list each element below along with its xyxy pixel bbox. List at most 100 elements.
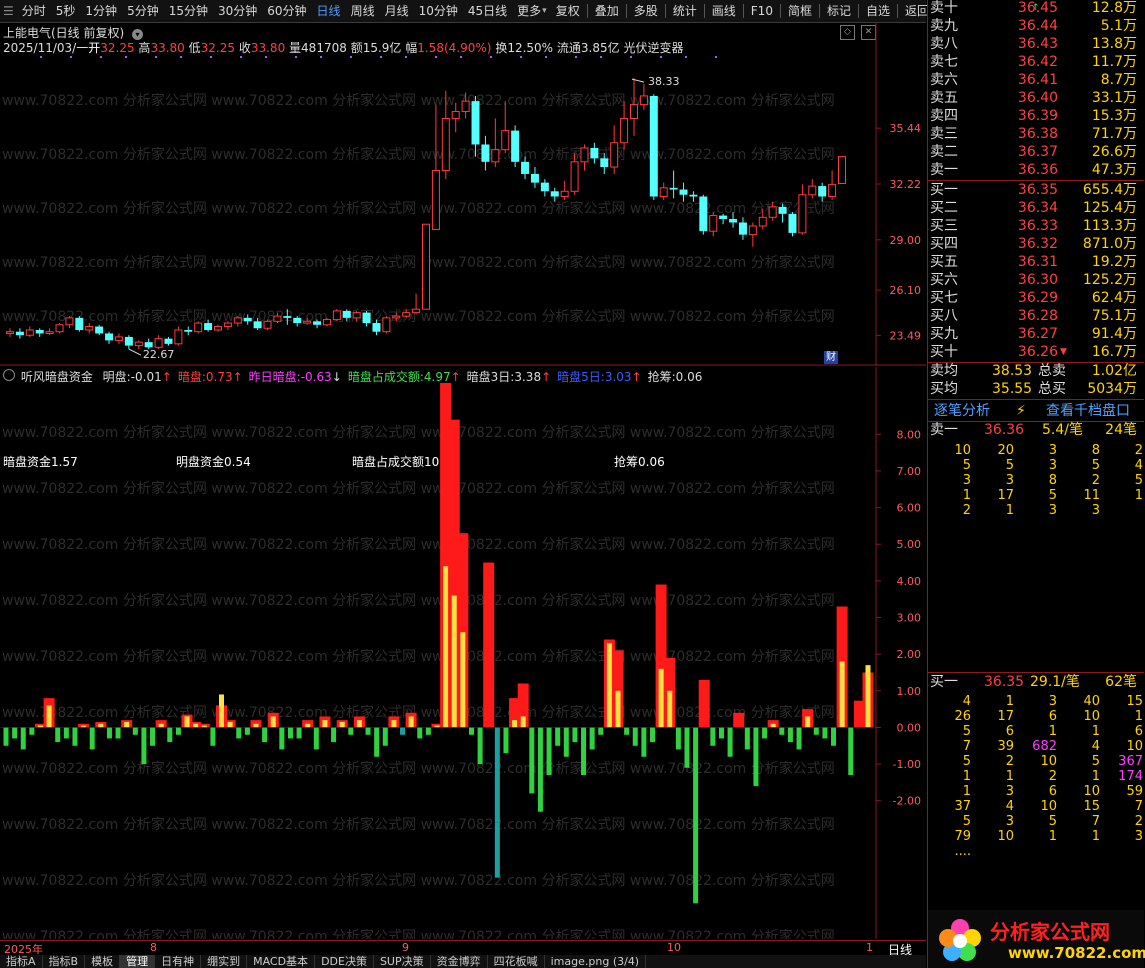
period-tab[interactable]: 5秒 <box>51 0 81 22</box>
indicator-bar[interactable] <box>555 727 561 746</box>
indicator-bar[interactable] <box>353 716 365 728</box>
indicator-bar[interactable] <box>63 727 69 739</box>
sell-level-row[interactable]: 卖三 36.38 71.7万 <box>928 126 1143 144</box>
candle[interactable] <box>184 326 193 336</box>
indicator-bar[interactable] <box>836 606 848 728</box>
candle[interactable] <box>75 316 84 332</box>
bottom-tab[interactable]: 资金博弈 <box>431 955 488 968</box>
bottom-tab[interactable]: DDE决策 <box>315 955 374 968</box>
toolbar-button[interactable]: 简框 <box>783 0 817 22</box>
candle[interactable] <box>35 328 44 337</box>
bottom-tab[interactable]: image.png (3/4) <box>545 955 647 968</box>
indicator-bar[interactable] <box>537 727 543 812</box>
indicator-bar[interactable] <box>787 727 793 743</box>
buy-level-row[interactable]: 买九 36.27 91.4万 <box>928 326 1143 344</box>
indicator-bar[interactable] <box>529 727 535 794</box>
sell-level-row[interactable]: 卖六 36.41 8.7万 <box>928 72 1143 90</box>
sell-level-row[interactable]: 卖七 36.42 11.7万 <box>928 54 1143 72</box>
candle[interactable] <box>649 94 658 200</box>
indicator-bar[interactable] <box>405 712 417 728</box>
indicator-bar[interactable] <box>296 727 302 739</box>
toolbar-button[interactable]: 画线 <box>707 0 741 22</box>
indicator-bar[interactable] <box>425 727 431 735</box>
indicator-bar[interactable] <box>319 716 331 728</box>
indicator-bar[interactable] <box>684 727 690 768</box>
indicator-bar[interactable] <box>822 727 828 739</box>
indicator-bar[interactable] <box>267 712 279 728</box>
indicator-bar[interactable] <box>262 727 268 743</box>
indicator-bar[interactable] <box>3 727 9 746</box>
buy-level-row[interactable]: 买十 36.26 16.7万 ▼ <box>928 344 1143 362</box>
indicator-bar[interactable] <box>417 727 423 739</box>
candle[interactable] <box>808 179 817 199</box>
sell-level-row[interactable]: 卖八 36.43 13.8万 <box>928 36 1143 54</box>
indicator-bar[interactable] <box>155 720 167 728</box>
candle[interactable] <box>174 326 183 346</box>
price-chart[interactable]: 上能电气(日线 前复权) ▾ 2025/11/03/一开32.25 高33.80… <box>0 23 926 366</box>
candle[interactable] <box>194 321 203 334</box>
toolbar-button[interactable]: F10 <box>746 0 778 22</box>
buy-level-row[interactable]: 买一 36.35 655.4万 <box>928 182 1143 200</box>
candle[interactable] <box>124 335 133 350</box>
indicator-bar[interactable] <box>115 727 121 739</box>
candle[interactable] <box>114 333 123 344</box>
period-tab[interactable]: 分时 <box>17 0 51 22</box>
period-tab[interactable]: 周线 <box>346 0 380 22</box>
lightning-icon[interactable]: ⚡ <box>1016 401 1026 421</box>
candle[interactable] <box>699 194 708 235</box>
indicator-bar-chart[interactable]: www.70822.com 分析家公式网 www.70822.com 分析家公式… <box>0 367 926 939</box>
indicator-bar[interactable] <box>598 727 604 735</box>
indicator-bar[interactable] <box>43 698 55 728</box>
toolbar-button[interactable]: 叠加 <box>590 0 624 22</box>
bottom-tab[interactable]: 绷实到 <box>201 955 248 968</box>
period-tab[interactable]: 月线 <box>380 0 414 22</box>
candle[interactable] <box>560 180 569 200</box>
period-tab[interactable]: 1分钟 <box>80 0 122 22</box>
indicator-bar[interactable] <box>132 727 138 735</box>
period-tab[interactable]: 更多 <box>512 0 546 22</box>
tab-tick-analysis[interactable]: 逐笔分析 <box>934 401 990 421</box>
buy-level-row[interactable]: 买七 36.29 62.4万 <box>928 290 1143 308</box>
candle[interactable] <box>6 328 14 337</box>
indicator-bar[interactable] <box>224 720 236 728</box>
candle[interactable] <box>788 212 797 237</box>
candle[interactable] <box>530 167 539 188</box>
bottom-tab[interactable]: 四花板喊 <box>488 955 545 968</box>
indicator-bar[interactable] <box>457 533 469 728</box>
candle[interactable] <box>412 293 421 315</box>
tab-thousand-depth[interactable]: 查看千档盘口 <box>1046 401 1130 421</box>
candle[interactable] <box>105 331 114 344</box>
indicator-bar[interactable] <box>477 727 483 765</box>
indicator-bar[interactable] <box>650 727 655 743</box>
indicator-bar[interactable] <box>210 727 216 746</box>
candle[interactable] <box>422 223 430 310</box>
indicator-bar[interactable] <box>664 657 676 728</box>
indicator-bar[interactable] <box>12 727 18 739</box>
candle[interactable] <box>164 336 173 346</box>
buy-level-row[interactable]: 买六 36.30 125.2万 <box>928 272 1143 290</box>
toolbar-button[interactable]: 标记 <box>822 0 856 22</box>
candle[interactable] <box>610 125 619 174</box>
indicator-bar[interactable] <box>365 727 371 735</box>
indicator-bar[interactable] <box>382 727 388 746</box>
indicator-bar[interactable] <box>150 727 156 746</box>
candlestick-chart[interactable]: 35.44 32.22 29.00 26.10 23.49 www.70822.com 分… <box>0 23 926 366</box>
indicator-bar[interactable] <box>710 727 716 746</box>
candle[interactable] <box>798 184 807 235</box>
sell-level-row[interactable]: 卖一 36.36 47.3万 <box>928 162 1143 180</box>
indicator-bar[interactable] <box>279 727 285 750</box>
indicator-bar[interactable] <box>796 727 802 750</box>
period-tab[interactable]: 10分钟 <box>414 0 463 22</box>
candle[interactable] <box>382 316 391 334</box>
indicator-bar[interactable] <box>20 727 26 750</box>
bottom-tab[interactable]: MACD基本 <box>247 955 316 968</box>
indicator-bar[interactable] <box>348 727 354 735</box>
indicator-bar[interactable] <box>572 727 578 743</box>
candle[interactable] <box>65 316 74 329</box>
chevron-down-icon[interactable]: ▾ <box>542 0 547 22</box>
candle[interactable] <box>214 324 222 332</box>
candle[interactable] <box>134 340 143 350</box>
indicator-bar[interactable] <box>718 727 724 739</box>
indicator-bar[interactable] <box>641 727 647 757</box>
period-tab[interactable]: 60分钟 <box>262 0 311 22</box>
